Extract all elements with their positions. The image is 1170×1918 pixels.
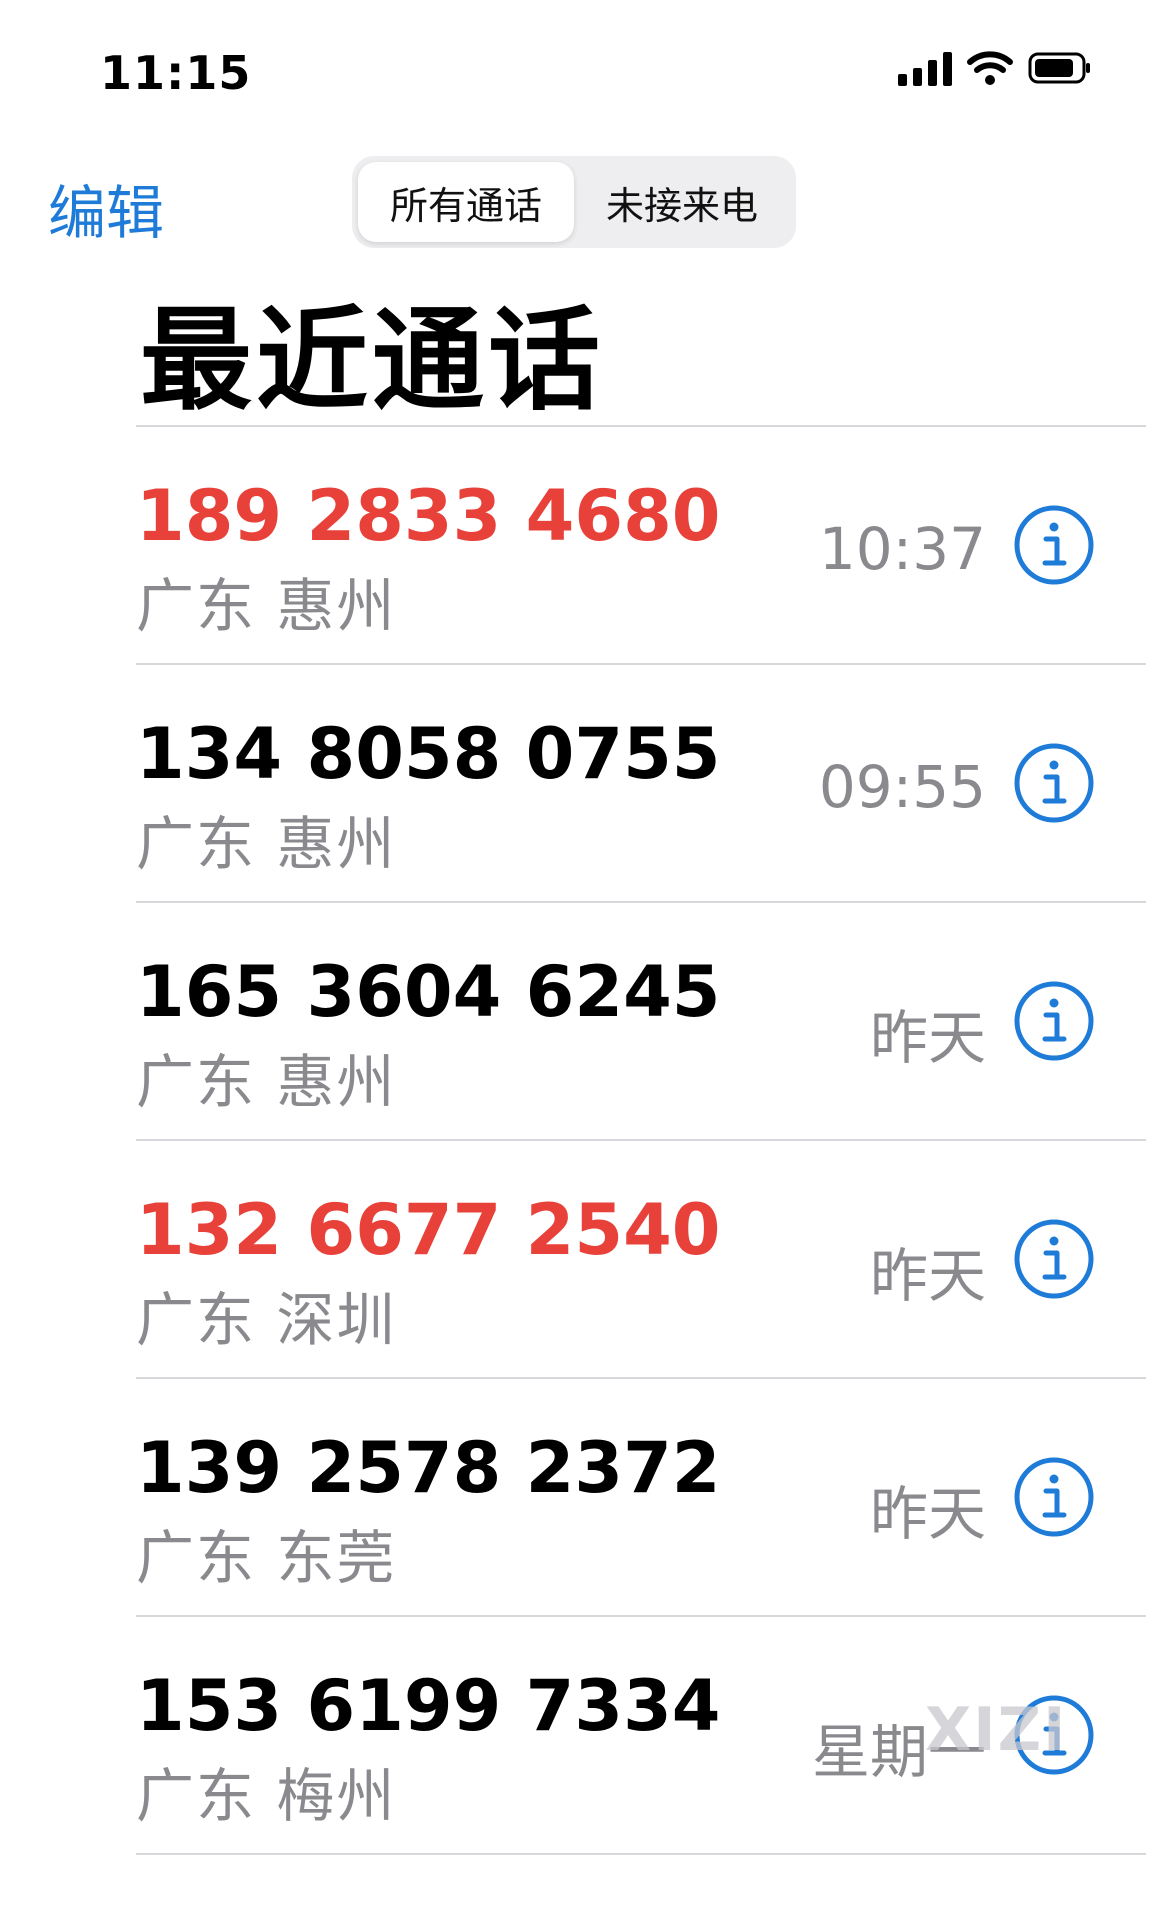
page-title: 最近通话 <box>140 296 604 426</box>
call-time: 昨天 <box>869 1480 986 1548</box>
cellular-signal-icon <box>898 50 952 86</box>
wifi-icon <box>966 50 1014 86</box>
status-bar: 11:15 <box>0 0 1170 150</box>
call-location: 广东 深圳 <box>136 1286 397 1354</box>
call-time: 昨天 <box>869 1004 986 1072</box>
call-list: 189 2833 4680 广东 惠州 10:37 134 8058 0755 … <box>136 425 1170 1855</box>
call-number: 134 8058 0755 <box>136 713 721 795</box>
call-location: 广东 梅州 <box>136 1762 397 1830</box>
info-circle-icon[interactable] <box>1012 741 1096 825</box>
battery-icon <box>1028 51 1092 85</box>
call-row[interactable]: 134 8058 0755 广东 惠州 09:55 <box>136 665 1146 903</box>
call-row[interactable]: 165 3604 6245 广东 惠州 昨天 <box>136 903 1146 1141</box>
call-number: 165 3604 6245 <box>136 951 721 1033</box>
info-circle-icon[interactable] <box>1012 979 1096 1063</box>
call-time: 09:55 <box>818 753 986 821</box>
call-location: 广东 东莞 <box>136 1524 397 1592</box>
call-number: 153 6199 7334 <box>136 1665 721 1747</box>
call-row[interactable]: 189 2833 4680 广东 惠州 10:37 <box>136 427 1146 665</box>
call-number: 189 2833 4680 <box>136 475 721 557</box>
call-time: 昨天 <box>869 1242 986 1310</box>
segment-all-calls[interactable]: 所有通话 <box>358 162 574 242</box>
info-circle-icon[interactable] <box>1012 503 1096 587</box>
segment-missed-calls[interactable]: 未接来电 <box>574 162 790 242</box>
watermark: XIZI <box>925 1695 1068 1765</box>
edit-button[interactable]: 编辑 <box>48 166 164 250</box>
call-row[interactable]: 132 6677 2540 广东 深圳 昨天 <box>136 1141 1146 1379</box>
info-circle-icon[interactable] <box>1012 1455 1096 1539</box>
call-row[interactable]: 139 2578 2372 广东 东莞 昨天 <box>136 1379 1146 1617</box>
call-number: 139 2578 2372 <box>136 1427 721 1509</box>
call-location: 广东 惠州 <box>136 1048 397 1116</box>
call-location: 广东 惠州 <box>136 810 397 878</box>
call-filter-segmented-control[interactable]: 所有通话 未接来电 <box>352 156 796 248</box>
call-time: 10:37 <box>818 515 986 583</box>
status-time: 11:15 <box>100 46 252 100</box>
info-circle-icon[interactable] <box>1012 1217 1096 1301</box>
call-location: 广东 惠州 <box>136 572 397 640</box>
call-number: 132 6677 2540 <box>136 1189 721 1271</box>
status-icons <box>898 50 1092 86</box>
